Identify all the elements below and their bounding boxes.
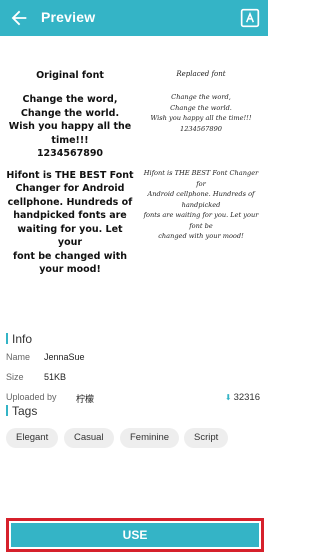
section-accent-bar: [6, 405, 8, 416]
replaced-sample-1: Change the word, Change the world. Wish …: [150, 93, 252, 133]
tag-chip-feminine[interactable]: Feminine: [120, 428, 180, 448]
info-row-size: Size 51KB: [6, 372, 66, 382]
uploader-label: Uploaded by: [6, 392, 57, 402]
font-preview: Original font Change the word, Change th…: [0, 36, 268, 326]
replaced-font-column: Replaced font Change the word, Change th…: [140, 70, 262, 242]
arrow-back-icon[interactable]: [8, 7, 30, 29]
use-button[interactable]: USE: [11, 523, 259, 547]
tag-chip-script[interactable]: Script: [184, 428, 229, 448]
app-bar: Preview: [0, 0, 268, 36]
info-title-text: Info: [12, 332, 33, 346]
page-title: Preview: [41, 9, 96, 25]
info-section-title: Info: [6, 332, 32, 346]
downloads-value: 32316: [233, 392, 260, 403]
font-translate-icon[interactable]: [240, 8, 260, 28]
download-icon: ⬇: [224, 393, 232, 402]
section-accent-bar: [6, 333, 8, 344]
size-label: Size: [6, 372, 24, 382]
original-font-heading: Original font: [36, 70, 104, 81]
tags-title-text: Tags: [12, 404, 38, 418]
tag-chip-casual[interactable]: Casual: [64, 428, 114, 448]
downloads-count: ⬇ 32316: [225, 392, 260, 403]
original-sample-2: Hifont is THE BEST Font Changer for Andr…: [6, 169, 134, 276]
tags-section-title: Tags: [6, 404, 37, 418]
original-sample-1: Change the word, Change the world. Wish …: [8, 94, 132, 159]
tag-chip-elegant[interactable]: Elegant: [6, 428, 59, 448]
name-label: Name: [6, 352, 31, 362]
info-row-uploader: Uploaded by 柠檬: [6, 392, 94, 404]
info-row-name: Name JennaSue: [6, 352, 85, 362]
replaced-sample-2: Hifont is THE BEST Font Changer for Andr…: [143, 169, 259, 240]
use-button-highlight: USE: [6, 518, 264, 552]
original-font-column: Original font Change the word, Change th…: [6, 70, 134, 277]
replaced-font-heading: Replaced font: [176, 70, 226, 78]
name-value: JennaSue: [44, 352, 85, 362]
uploader-value[interactable]: 柠檬: [76, 392, 94, 405]
size-value: 51KB: [44, 372, 67, 382]
